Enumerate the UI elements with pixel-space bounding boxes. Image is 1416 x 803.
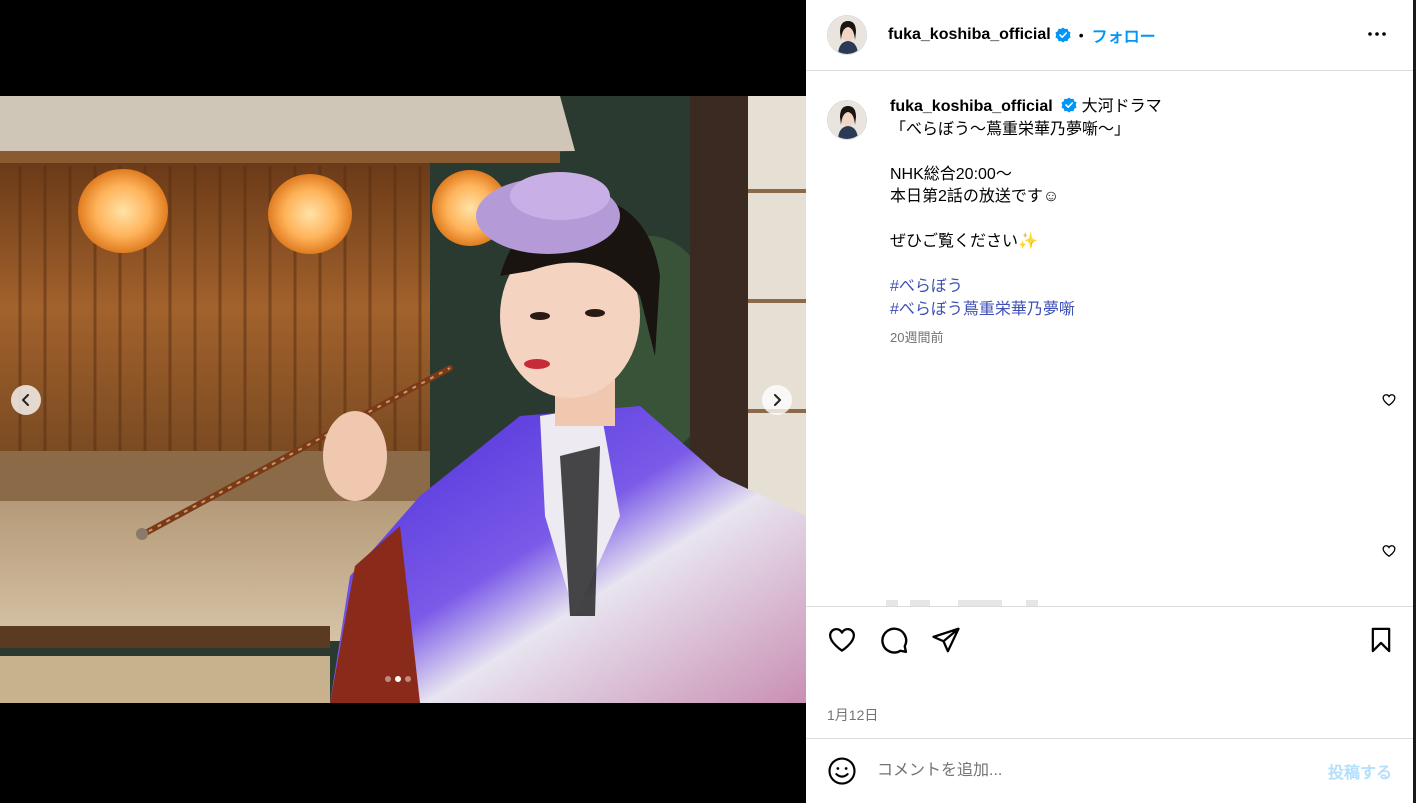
more-options-button[interactable] bbox=[1365, 22, 1389, 51]
caption-line: ぜひご覧ください✨ bbox=[890, 233, 1038, 250]
post-header: fuka_koshiba_official • フォロー bbox=[806, 0, 1413, 71]
chevron-right-icon bbox=[774, 394, 781, 406]
caption-text: fuka_koshiba_official 大河ドラマ 「べらぼう～蔦重栄華乃夢… bbox=[890, 96, 1387, 350]
verified-badge-icon bbox=[1055, 27, 1071, 43]
caption-line bbox=[890, 209, 1387, 232]
caption-line: 大河ドラマ bbox=[1081, 98, 1162, 115]
caption-line bbox=[890, 141, 1387, 164]
carousel-dot bbox=[405, 676, 411, 682]
carousel-dot bbox=[395, 676, 401, 682]
comment-icon bbox=[881, 627, 908, 654]
separator-dot: • bbox=[1078, 27, 1084, 43]
verified-badge-icon bbox=[1061, 97, 1077, 113]
share-button[interactable] bbox=[931, 625, 961, 660]
comment-bar: 投稿する bbox=[806, 738, 1413, 803]
post-panel: fuka_koshiba_official • フォロー fuka_koshib… bbox=[806, 0, 1413, 803]
caption-username[interactable]: fuka_koshiba_official bbox=[890, 98, 1053, 115]
caption-line: 本日第2話の放送です☺ bbox=[890, 188, 1060, 205]
post-time: 20週間前 bbox=[890, 330, 944, 345]
post-comment-button[interactable]: 投稿する bbox=[1328, 759, 1392, 783]
hashtag-link[interactable]: #べらぼう蔦重栄華乃夢噺 bbox=[890, 299, 1387, 322]
carousel-prev-button[interactable] bbox=[11, 385, 41, 415]
post-date: 1月12日 bbox=[827, 707, 879, 723]
more-horizontal-icon bbox=[1368, 32, 1386, 36]
follow-button[interactable]: フォロー bbox=[1092, 23, 1156, 47]
heart-icon bbox=[1382, 545, 1396, 558]
like-button[interactable] bbox=[827, 625, 857, 660]
comment-input[interactable] bbox=[877, 762, 1297, 780]
heart-icon bbox=[1382, 394, 1396, 407]
carousel-next-button[interactable] bbox=[762, 385, 792, 415]
emoji-button[interactable] bbox=[827, 756, 857, 786]
post-media bbox=[0, 0, 806, 803]
caption-line: 「べらぼう～蔦重栄華乃夢噺～」 bbox=[890, 120, 1131, 138]
caption-line: NHK総合20:00～ bbox=[890, 165, 1012, 183]
post-username[interactable]: fuka_koshiba_official bbox=[888, 26, 1051, 44]
carousel-dot bbox=[385, 676, 391, 682]
post-caption: fuka_koshiba_official 大河ドラマ 「べらぼう～蔦重栄華乃夢… bbox=[827, 96, 1387, 350]
comment-button[interactable] bbox=[879, 625, 909, 660]
send-icon bbox=[932, 627, 960, 653]
emoji-icon bbox=[828, 757, 856, 785]
avatar[interactable] bbox=[827, 15, 867, 55]
caption-avatar[interactable] bbox=[827, 100, 867, 140]
chevron-left-icon bbox=[22, 394, 29, 406]
hashtag-link[interactable]: #べらぼう bbox=[890, 276, 1387, 299]
carousel-dots bbox=[385, 676, 411, 682]
comment-like-button[interactable] bbox=[1382, 393, 1396, 412]
bookmark-icon bbox=[1371, 627, 1391, 653]
save-button[interactable] bbox=[1367, 625, 1395, 660]
post-photo[interactable] bbox=[0, 96, 806, 703]
heart-icon bbox=[829, 628, 855, 652]
post-actions: 1月12日 bbox=[806, 606, 1413, 738]
caption-line bbox=[890, 254, 1387, 277]
comment-like-button[interactable] bbox=[1382, 544, 1396, 563]
